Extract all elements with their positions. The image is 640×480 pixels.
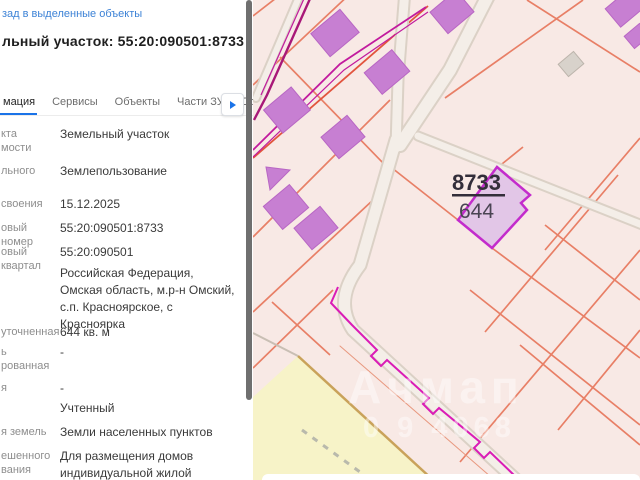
parcel-number-label: 8733 (452, 170, 501, 195)
detail-label: ешенного вания (1, 450, 51, 476)
detail-value: Учтенный (60, 401, 115, 415)
detail-value: Для размещения домов индивидуальной жило… (60, 449, 194, 480)
detail-value: 55:20:090501 (60, 245, 134, 259)
detail-label: овый квартал (1, 246, 41, 272)
watermark: Ачмап 0 9 4068 (348, 361, 525, 444)
detail-label: льного (1, 165, 36, 177)
detail-value: 644 кв. м (60, 325, 110, 339)
parcel-info-panel: зад в выделенные объекты льный участок: … (0, 0, 253, 480)
detail-value: 55:20:090501:8733 (60, 221, 164, 235)
parcel-details: кта мости Земельный участок льного Земле… (0, 0, 253, 480)
detail-label: я (1, 382, 7, 394)
cadastral-map[interactable]: 8733 644 Ачмап 0 9 4068 (251, 0, 640, 480)
scrollbar-thumb[interactable] (246, 0, 252, 400)
detail-value: - (60, 381, 64, 395)
chevron-right-icon (229, 100, 236, 109)
app-window: зад в выделенные объекты льный участок: … (0, 0, 640, 480)
detail-label: уточненная (1, 326, 60, 338)
map-canvas[interactable]: 8733 644 Ачмап 0 9 4068 (251, 0, 640, 480)
detail-label: я земель (1, 426, 47, 438)
panel-scrollbar[interactable] (246, 0, 253, 480)
tab-scroll-right-button[interactable] (221, 93, 244, 116)
watermark-text: Ачмап (348, 361, 525, 413)
detail-value: - (60, 345, 64, 359)
detail-label: ь рованная (1, 346, 50, 372)
bottom-sheet-edge (262, 474, 640, 480)
detail-value: Российская Федерация, Омская область, м.… (60, 266, 235, 331)
detail-value: Землепользование (60, 164, 167, 178)
parcel-area-label: 644 (459, 200, 494, 223)
detail-label: кта мости (1, 128, 32, 154)
detail-value: Земельный участок (60, 127, 170, 141)
detail-value: Земли населенных пунктов (60, 425, 213, 439)
watermark-phone: 0 9 4068 (363, 412, 516, 444)
detail-label: своения (1, 198, 43, 210)
detail-value: 15.12.2025 (60, 197, 121, 211)
